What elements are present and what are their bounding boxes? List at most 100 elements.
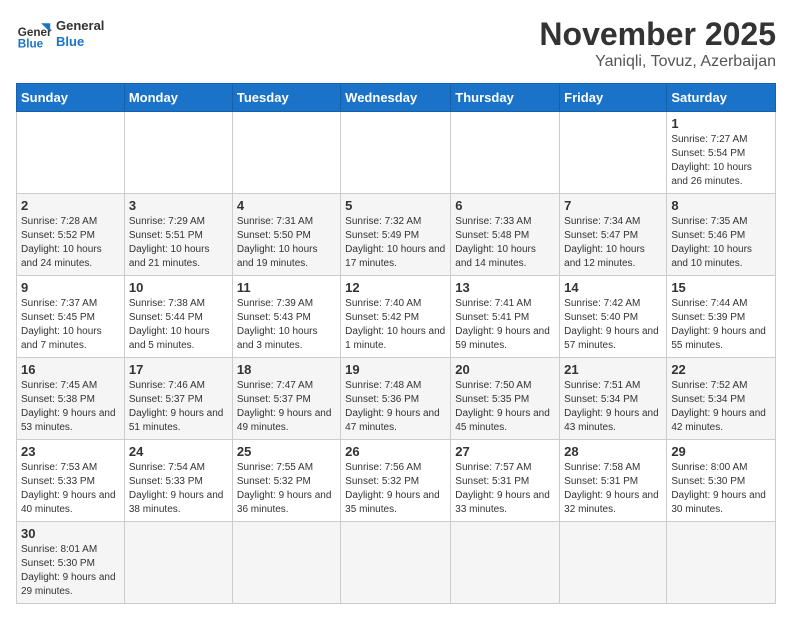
calendar-cell: 16Sunrise: 7:45 AM Sunset: 5:38 PM Dayli… xyxy=(17,358,125,440)
calendar-cell: 18Sunrise: 7:47 AM Sunset: 5:37 PM Dayli… xyxy=(232,358,340,440)
day-number: 28 xyxy=(564,444,662,459)
day-info: Sunrise: 7:56 AM Sunset: 5:32 PM Dayligh… xyxy=(345,461,446,517)
logo-blue: Blue xyxy=(56,34,104,50)
day-number: 14 xyxy=(564,280,662,295)
calendar-cell xyxy=(17,112,125,194)
month-title: November 2025 xyxy=(539,16,776,53)
calendar-cell xyxy=(124,112,232,194)
calendar-cell xyxy=(560,112,667,194)
calendar-week-1: 1 Sunrise: 7:27 AM Sunset: 5:54 PM Daylig… xyxy=(17,112,776,194)
day-info: Sunrise: 7:51 AM Sunset: 5:34 PM Dayligh… xyxy=(564,379,662,435)
day-number: 13 xyxy=(455,280,555,295)
calendar-cell: 4 Sunrise: 7:31 AM Sunset: 5:50 PM Daylig… xyxy=(232,194,340,276)
day-number: 24 xyxy=(129,444,228,459)
day-info: Sunrise: 7:52 AM Sunset: 5:34 PM Dayligh… xyxy=(671,379,771,435)
day-number: 27 xyxy=(455,444,555,459)
day-number: 20 xyxy=(455,362,555,377)
logo: General Blue General Blue xyxy=(16,16,104,52)
day-number: 22 xyxy=(671,362,771,377)
day-info: Sunrise: 7:47 AM Sunset: 5:37 PM Dayligh… xyxy=(237,379,336,435)
weekday-header-friday: Friday xyxy=(560,84,667,112)
calendar-cell: 27 Sunrise: 7:57 AM Sunset: 5:31 PM Dayli… xyxy=(451,440,560,522)
calendar-cell xyxy=(451,112,560,194)
day-number: 29 xyxy=(671,444,771,459)
day-number: 25 xyxy=(237,444,336,459)
calendar-header-row: SundayMondayTuesdayWednesdayThursdayFrid… xyxy=(17,84,776,112)
day-number: 4 xyxy=(237,198,336,213)
day-info: Sunrise: 7:54 AM Sunset: 5:33 PM Dayligh… xyxy=(129,461,228,517)
day-info: Sunrise: 7:44 AM Sunset: 5:39 PM Dayligh… xyxy=(671,297,771,353)
day-number: 10 xyxy=(129,280,228,295)
calendar-cell: 25 Sunrise: 7:55 AM Sunset: 5:32 PM Dayli… xyxy=(232,440,340,522)
day-info: Sunrise: 7:57 AM Sunset: 5:31 PM Dayligh… xyxy=(455,461,555,517)
day-number: 23 xyxy=(21,444,120,459)
day-number: 7 xyxy=(564,198,662,213)
calendar-week-4: 16Sunrise: 7:45 AM Sunset: 5:38 PM Dayli… xyxy=(17,358,776,440)
day-info: Sunrise: 7:27 AM Sunset: 5:54 PM Dayligh… xyxy=(671,133,771,189)
day-info: Sunrise: 7:42 AM Sunset: 5:40 PM Dayligh… xyxy=(564,297,662,353)
calendar-cell: 10Sunrise: 7:38 AM Sunset: 5:44 PM Dayli… xyxy=(124,276,232,358)
calendar-cell: 1 Sunrise: 7:27 AM Sunset: 5:54 PM Daylig… xyxy=(667,112,776,194)
calendar-cell: 20 Sunrise: 7:50 AM Sunset: 5:35 PM Dayli… xyxy=(451,358,560,440)
day-info: Sunrise: 8:00 AM Sunset: 5:30 PM Dayligh… xyxy=(671,461,771,517)
day-number: 11 xyxy=(237,280,336,295)
day-info: Sunrise: 7:34 AM Sunset: 5:47 PM Dayligh… xyxy=(564,215,662,271)
day-info: Sunrise: 7:33 AM Sunset: 5:48 PM Dayligh… xyxy=(455,215,555,271)
calendar-cell xyxy=(341,112,451,194)
logo-icon: General Blue xyxy=(16,16,52,52)
day-info: Sunrise: 7:31 AM Sunset: 5:50 PM Dayligh… xyxy=(237,215,336,271)
calendar-cell: 12Sunrise: 7:40 AM Sunset: 5:42 PM Dayli… xyxy=(341,276,451,358)
calendar-cell: 23 Sunrise: 7:53 AM Sunset: 5:33 PM Dayli… xyxy=(17,440,125,522)
day-info: Sunrise: 7:35 AM Sunset: 5:46 PM Dayligh… xyxy=(671,215,771,271)
calendar-cell: 19Sunrise: 7:48 AM Sunset: 5:36 PM Dayli… xyxy=(341,358,451,440)
day-number: 21 xyxy=(564,362,662,377)
calendar-cell: 22 Sunrise: 7:52 AM Sunset: 5:34 PM Dayli… xyxy=(667,358,776,440)
weekday-header-thursday: Thursday xyxy=(451,84,560,112)
day-info: Sunrise: 7:29 AM Sunset: 5:51 PM Dayligh… xyxy=(129,215,228,271)
calendar-cell: 30 Sunrise: 8:01 AM Sunset: 5:30 PM Dayli… xyxy=(17,522,125,604)
day-info: Sunrise: 7:55 AM Sunset: 5:32 PM Dayligh… xyxy=(237,461,336,517)
calendar-cell: 7 Sunrise: 7:34 AM Sunset: 5:47 PM Daylig… xyxy=(560,194,667,276)
day-info: Sunrise: 8:01 AM Sunset: 5:30 PM Dayligh… xyxy=(21,543,120,599)
location-title: Yaniqli, Tovuz, Azerbaijan xyxy=(539,53,776,71)
calendar: SundayMondayTuesdayWednesdayThursdayFrid… xyxy=(16,83,776,604)
day-info: Sunrise: 7:39 AM Sunset: 5:43 PM Dayligh… xyxy=(237,297,336,353)
day-info: Sunrise: 7:50 AM Sunset: 5:35 PM Dayligh… xyxy=(455,379,555,435)
day-number: 6 xyxy=(455,198,555,213)
calendar-cell: 15 Sunrise: 7:44 AM Sunset: 5:39 PM Dayli… xyxy=(667,276,776,358)
day-info: Sunrise: 7:41 AM Sunset: 5:41 PM Dayligh… xyxy=(455,297,555,353)
calendar-cell: 13 Sunrise: 7:41 AM Sunset: 5:41 PM Dayli… xyxy=(451,276,560,358)
calendar-cell: 21 Sunrise: 7:51 AM Sunset: 5:34 PM Dayli… xyxy=(560,358,667,440)
day-info: Sunrise: 7:32 AM Sunset: 5:49 PM Dayligh… xyxy=(345,215,446,271)
title-area: November 2025 Yaniqli, Tovuz, Azerbaijan xyxy=(539,16,776,71)
calendar-cell: 26 Sunrise: 7:56 AM Sunset: 5:32 PM Dayli… xyxy=(341,440,451,522)
day-info: Sunrise: 7:45 AM Sunset: 5:38 PM Dayligh… xyxy=(21,379,120,435)
calendar-cell: 3 Sunrise: 7:29 AM Sunset: 5:51 PM Daylig… xyxy=(124,194,232,276)
calendar-cell: 17Sunrise: 7:46 AM Sunset: 5:37 PM Dayli… xyxy=(124,358,232,440)
day-info: Sunrise: 7:53 AM Sunset: 5:33 PM Dayligh… xyxy=(21,461,120,517)
day-info: Sunrise: 7:46 AM Sunset: 5:37 PM Dayligh… xyxy=(129,379,228,435)
day-number: 2 xyxy=(21,198,120,213)
day-number: 9 xyxy=(21,280,120,295)
weekday-header-tuesday: Tuesday xyxy=(232,84,340,112)
weekday-header-monday: Monday xyxy=(124,84,232,112)
calendar-cell: 11 Sunrise: 7:39 AM Sunset: 5:43 PM Dayli… xyxy=(232,276,340,358)
calendar-week-2: 2Sunrise: 7:28 AM Sunset: 5:52 PM Daylig… xyxy=(17,194,776,276)
svg-text:Blue: Blue xyxy=(18,38,44,51)
calendar-cell: 29 Sunrise: 8:00 AM Sunset: 5:30 PM Dayli… xyxy=(667,440,776,522)
calendar-cell: 14 Sunrise: 7:42 AM Sunset: 5:40 PM Dayli… xyxy=(560,276,667,358)
calendar-cell: 6 Sunrise: 7:33 AM Sunset: 5:48 PM Daylig… xyxy=(451,194,560,276)
calendar-cell: 2Sunrise: 7:28 AM Sunset: 5:52 PM Daylig… xyxy=(17,194,125,276)
day-info: Sunrise: 7:37 AM Sunset: 5:45 PM Dayligh… xyxy=(21,297,120,353)
calendar-cell: 24 Sunrise: 7:54 AM Sunset: 5:33 PM Dayli… xyxy=(124,440,232,522)
day-number: 3 xyxy=(129,198,228,213)
day-number: 1 xyxy=(671,116,771,131)
day-number: 15 xyxy=(671,280,771,295)
calendar-cell: 9 Sunrise: 7:37 AM Sunset: 5:45 PM Daylig… xyxy=(17,276,125,358)
day-number: 26 xyxy=(345,444,446,459)
calendar-cell xyxy=(124,522,232,604)
day-number: 12 xyxy=(345,280,446,295)
page-header: General Blue General Blue November 2025 … xyxy=(16,16,776,71)
day-number: 30 xyxy=(21,526,120,541)
calendar-week-6: 30 Sunrise: 8:01 AM Sunset: 5:30 PM Dayli… xyxy=(17,522,776,604)
